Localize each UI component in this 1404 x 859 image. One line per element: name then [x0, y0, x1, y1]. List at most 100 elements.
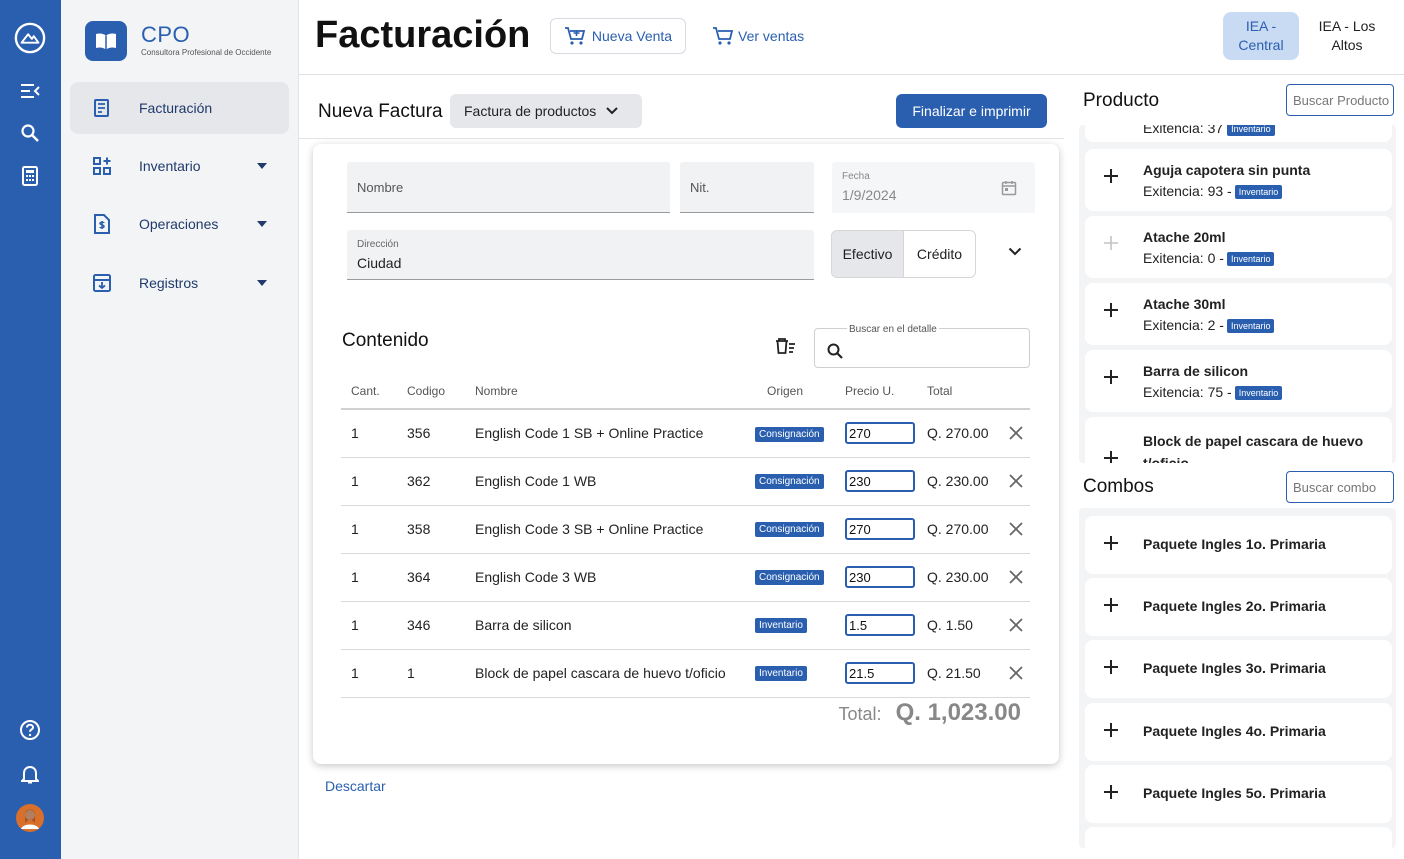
- table-row: 1 362 English Code 1 WB Consignación 230…: [341, 457, 1030, 506]
- row-qty: 1: [341, 409, 397, 458]
- add-icon[interactable]: [1103, 722, 1119, 738]
- chevron-down-icon[interactable]: [1008, 247, 1022, 256]
- table-header: Cant. Codigo Nombre Origen Precio U. Tot…: [341, 374, 1030, 410]
- col-price: Precio U.: [835, 374, 917, 410]
- unit-price-input[interactable]: 21.5: [845, 662, 915, 684]
- add-icon[interactable]: [1103, 302, 1119, 318]
- payment-cash-option[interactable]: Efectivo: [832, 231, 904, 277]
- unit-price-input[interactable]: 270: [845, 518, 915, 540]
- sidebar-item-label: Operaciones: [139, 216, 219, 232]
- bell-icon[interactable]: [14, 758, 46, 790]
- page-title: Facturación: [315, 14, 531, 56]
- row-qty: 1: [341, 601, 397, 650]
- add-icon[interactable]: [1103, 659, 1119, 675]
- nit-label: Nit.: [690, 180, 710, 195]
- search-icon[interactable]: [14, 117, 46, 149]
- remove-row-icon[interactable]: [1002, 570, 1030, 584]
- sidebar-item-inventario[interactable]: Inventario: [70, 140, 289, 192]
- list-item: Paquete Ingles 5o. Primaria: [1085, 765, 1392, 823]
- product-stock: Exitencia: 2 - Inventario: [1143, 317, 1275, 334]
- nit-field[interactable]: Nit.: [680, 162, 814, 213]
- invoice-total: Total: Q. 1,023.00: [839, 699, 1021, 727]
- remove-row-icon[interactable]: [1002, 522, 1030, 536]
- branch-los-altos[interactable]: IEA - Los Altos: [1309, 12, 1385, 60]
- row-name: English Code 1 WB: [465, 457, 753, 506]
- stock-badge: Inventario: [1234, 185, 1283, 200]
- add-icon[interactable]: [1103, 535, 1119, 551]
- branch-central[interactable]: IEA - Central: [1223, 12, 1299, 60]
- search-icon: [827, 343, 843, 359]
- remove-row-icon[interactable]: [1002, 618, 1030, 632]
- user-avatar[interactable]: [14, 802, 46, 834]
- combo-name: Paquete Ingles 2o. Primaria: [1143, 598, 1326, 614]
- add-icon[interactable]: [1103, 597, 1119, 613]
- caret-down-icon: [257, 221, 267, 227]
- list-item: Exitencia: 37 Inventario: [1085, 125, 1392, 142]
- chevron-down-icon: [606, 107, 619, 115]
- unit-price-input[interactable]: 230: [845, 470, 915, 492]
- address-field[interactable]: Dirección Ciudad: [347, 230, 814, 280]
- sidebar-item-label: Facturación: [139, 100, 213, 116]
- col-name: Nombre: [465, 374, 753, 410]
- sidebar-item-facturacion[interactable]: Facturación: [70, 82, 289, 134]
- name-field[interactable]: Nombre: [347, 162, 670, 213]
- book-logo-icon: [85, 21, 127, 61]
- unit-price-input[interactable]: 1.5: [845, 614, 915, 636]
- cart-icon: [713, 27, 734, 45]
- content-title: Contenido: [342, 330, 429, 351]
- invoice-card: Nombre Nit. Fecha 1/9/2024 Dirección Ciu…: [313, 144, 1059, 764]
- add-icon[interactable]: [1103, 168, 1119, 184]
- combo-search-input[interactable]: Buscar combo: [1286, 471, 1394, 503]
- caret-down-icon: [257, 280, 267, 286]
- menu-collapse-icon[interactable]: [14, 75, 46, 107]
- invoice-icon: [82, 98, 122, 118]
- date-field[interactable]: Fecha 1/9/2024: [832, 162, 1035, 213]
- sidebar-item-operaciones[interactable]: Operaciones: [70, 198, 289, 250]
- new-sale-button[interactable]: Nueva Venta: [550, 18, 686, 54]
- help-icon[interactable]: [14, 714, 46, 746]
- add-icon[interactable]: [1103, 450, 1119, 463]
- remove-row-icon[interactable]: [1002, 474, 1030, 488]
- product-list: Exitencia: 37 Inventario Aguja capotera …: [1079, 125, 1396, 463]
- add-icon: [1103, 235, 1119, 251]
- product-search-input[interactable]: Buscar Producto: [1286, 84, 1394, 116]
- sidebar-item-registros[interactable]: Registros: [70, 257, 289, 309]
- add-icon[interactable]: [1103, 784, 1119, 800]
- document-money-icon: [82, 214, 122, 234]
- row-qty: 1: [341, 649, 397, 698]
- sidebar: CPO Consultora Profesional de Occidente …: [61, 0, 299, 859]
- product-name: Aguja capotera sin punta: [1143, 162, 1311, 178]
- combo-name: Paquete Ingles 3o. Primaria: [1143, 660, 1326, 676]
- list-item: Aguja capotera sin punta Exitencia: 93 -…: [1085, 149, 1392, 211]
- view-sales-button[interactable]: Ver ventas: [712, 26, 804, 46]
- clear-list-icon[interactable]: [774, 337, 796, 355]
- date-label: Fecha: [842, 171, 870, 182]
- address-value: Ciudad: [357, 255, 402, 271]
- unit-price-input[interactable]: 230: [845, 566, 915, 588]
- origin-badge: Inventario: [755, 666, 807, 682]
- row-total: Q. 270.00: [917, 505, 992, 554]
- payment-credit-option[interactable]: Crédito: [904, 231, 975, 277]
- finalize-print-button[interactable]: Finalizar e imprimir: [896, 94, 1047, 128]
- remove-row-icon[interactable]: [1002, 426, 1030, 440]
- calculator-icon[interactable]: [14, 160, 46, 192]
- discard-link[interactable]: Descartar: [325, 778, 386, 794]
- product-stock: Exitencia: 93 - Inventario: [1143, 183, 1283, 200]
- product-stock: Exitencia: 75 - Inventario: [1143, 384, 1283, 401]
- row-code: 362: [397, 457, 465, 506]
- row-qty: 1: [341, 505, 397, 554]
- origin-badge: Consignación: [755, 570, 824, 586]
- add-icon[interactable]: [1103, 369, 1119, 385]
- row-code: 346: [397, 601, 465, 650]
- list-item: Paquete Ingles 3o. Primaria: [1085, 640, 1392, 698]
- detail-search-input[interactable]: Buscar en el detalle: [814, 324, 1030, 368]
- row-total: Q. 21.50: [917, 649, 992, 698]
- unit-price-input[interactable]: 270: [845, 422, 915, 445]
- remove-row-icon[interactable]: [1002, 666, 1030, 680]
- archive-icon: [82, 273, 122, 293]
- invoice-type-value: Factura de productos: [464, 103, 597, 119]
- list-item: Block de papel cascara de huevo t/oficio: [1085, 417, 1392, 463]
- calendar-icon[interactable]: [1001, 180, 1017, 196]
- mountain-logo-icon[interactable]: [14, 22, 46, 54]
- invoice-type-select[interactable]: Factura de productos: [450, 94, 642, 128]
